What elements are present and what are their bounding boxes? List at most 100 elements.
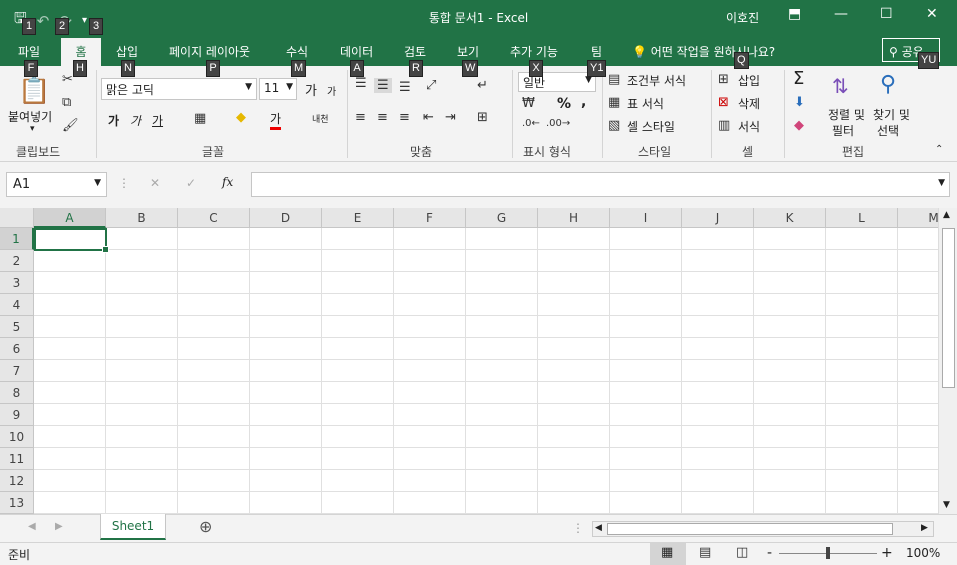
vertical-scrollbar[interactable]: ▲ ▼ [938,208,957,514]
enter-icon[interactable]: ✓ [186,176,196,190]
find-select-label1[interactable]: 찾기 및 [873,106,910,123]
cell-styles-icon[interactable]: ▧ [608,118,620,133]
column-header-b[interactable]: B [106,208,178,228]
tab-insert[interactable]: 삽입 [116,43,138,60]
clear-icon[interactable]: ◆ [794,118,804,133]
font-size-box[interactable]: 11 ▼ [259,78,297,100]
find-select-label2[interactable]: 선택 [877,122,899,139]
align-top-icon[interactable]: ☰ [355,76,367,91]
row-header-5[interactable]: 5 [0,316,34,338]
font-color-button[interactable]: 가 [270,110,282,130]
column-header-h[interactable]: H [538,208,610,228]
column-header-a[interactable]: A [34,208,106,228]
column-header-c[interactable]: C [178,208,250,228]
merge-center-icon[interactable]: ⊞ [477,110,488,125]
percent-button[interactable]: % [557,96,571,112]
delete-cells-icon[interactable]: ⊠ [718,95,729,110]
grow-font-button[interactable]: 가 [305,80,317,99]
scroll-right-icon[interactable]: ▶ [921,523,928,533]
scroll-up-icon[interactable]: ▲ [943,210,950,220]
row-header-11[interactable]: 11 [0,448,34,470]
phonetic-button[interactable]: 내천 [312,112,329,125]
user-name[interactable]: 이호진 [726,9,759,26]
decrease-decimal-icon[interactable]: .00→ [546,118,570,129]
sort-filter-label1[interactable]: 정렬 및 [828,106,865,123]
ribbon-display-icon[interactable]: ⬒ [788,6,801,22]
paste-dropdown-icon[interactable]: ▾ [30,124,35,134]
format-cells-icon[interactable]: ▥ [718,118,730,133]
column-header-g[interactable]: G [466,208,538,228]
column-header-j[interactable]: J [682,208,754,228]
minimize-button[interactable]: — [834,6,848,22]
sort-filter-label2[interactable]: 필터 [832,122,854,139]
row-header-8[interactable]: 8 [0,382,34,404]
zoom-slider-thumb[interactable] [826,547,830,559]
cancel-icon[interactable]: ✕ [150,176,160,190]
scroll-left-icon[interactable]: ◀ [595,523,602,533]
horizontal-scrollbar[interactable]: ◀ ▶ [592,521,934,537]
align-center-icon[interactable]: ≡ [377,110,388,125]
name-box[interactable]: A1 ▼ [6,172,107,197]
insert-cells-button[interactable]: 삽입 [738,72,760,89]
column-header-e[interactable]: E [322,208,394,228]
row-header-10[interactable]: 10 [0,426,34,448]
paste-icon[interactable]: 📋 [18,76,50,106]
wrap-text-icon[interactable]: ↵ [477,78,488,93]
tab-review[interactable]: 검토 [404,43,426,60]
italic-button[interactable]: 가 [130,112,141,129]
zoom-in-button[interactable]: + [881,545,893,561]
prev-sheet-icon[interactable]: ◀ [28,521,36,532]
border-icon[interactable]: ▦ [194,111,206,126]
find-select-icon[interactable]: ⚲ [880,72,896,97]
tab-team[interactable]: 팀 [591,43,602,60]
row-header-3[interactable]: 3 [0,272,34,294]
column-header-f[interactable]: F [394,208,466,228]
horizontal-scroll-thumb[interactable] [607,523,893,535]
increase-indent-icon[interactable]: ⇥ [445,110,456,125]
column-header-k[interactable]: K [754,208,826,228]
fill-color-icon[interactable]: ◆ [236,110,246,125]
tab-formulas[interactable]: 수식 [286,43,308,60]
zoom-out-button[interactable]: - [767,545,772,561]
vertical-scroll-thumb[interactable] [942,228,955,388]
maximize-button[interactable]: ☐ [880,6,893,22]
align-right-icon[interactable]: ≡ [399,110,410,125]
comma-button[interactable]: , [581,94,586,110]
insert-cells-icon[interactable]: ⊞ [718,72,729,87]
zoom-level[interactable]: 100% [906,546,940,560]
row-header-1[interactable]: 1 [0,228,34,250]
cell-styles-button[interactable]: 셀 스타일 [627,118,675,135]
row-header-13[interactable]: 13 [0,492,34,514]
increase-decimal-icon[interactable]: .0← [522,118,540,129]
decrease-indent-icon[interactable]: ⇤ [423,110,434,125]
tab-view[interactable]: 보기 [457,43,479,60]
format-cells-button[interactable]: 서식 [738,118,760,135]
row-header-4[interactable]: 4 [0,294,34,316]
copy-icon[interactable]: ⧉ [62,95,71,110]
cut-icon[interactable]: ✂ [62,72,73,87]
row-header-2[interactable]: 2 [0,250,34,272]
close-button[interactable]: ✕ [926,6,938,22]
column-header-m[interactable]: M [898,208,938,228]
align-bottom-icon[interactable]: ☰ [399,80,411,95]
collapse-ribbon-icon[interactable]: ⌃ [935,144,943,155]
row-header-6[interactable]: 6 [0,338,34,360]
format-table-button[interactable]: 표 서식 [627,95,664,112]
bold-button[interactable]: 가 [108,112,119,129]
scroll-down-icon[interactable]: ▼ [943,500,950,510]
next-sheet-icon[interactable]: ▶ [55,521,63,532]
paste-button[interactable]: 붙여넣기 [8,108,52,125]
tab-data[interactable]: 데이터 [340,43,373,60]
format-painter-icon[interactable]: 🖌 [62,118,79,133]
row-header-12[interactable]: 12 [0,470,34,492]
column-header-l[interactable]: L [826,208,898,228]
shrink-font-button[interactable]: 가 [327,83,336,98]
conditional-format-button[interactable]: 조건부 서식 [627,72,686,89]
column-header-d[interactable]: D [250,208,322,228]
normal-view-button[interactable]: ▦ [650,543,686,565]
sheet-tab-sheet1[interactable]: Sheet1 [100,514,166,540]
orientation-icon[interactable]: ⤢ [426,78,436,93]
currency-icon[interactable]: ₩ [522,96,535,111]
font-name-box[interactable]: 맑은 고딕 ▼ [101,78,257,100]
align-left-icon[interactable]: ≡ [355,110,366,125]
